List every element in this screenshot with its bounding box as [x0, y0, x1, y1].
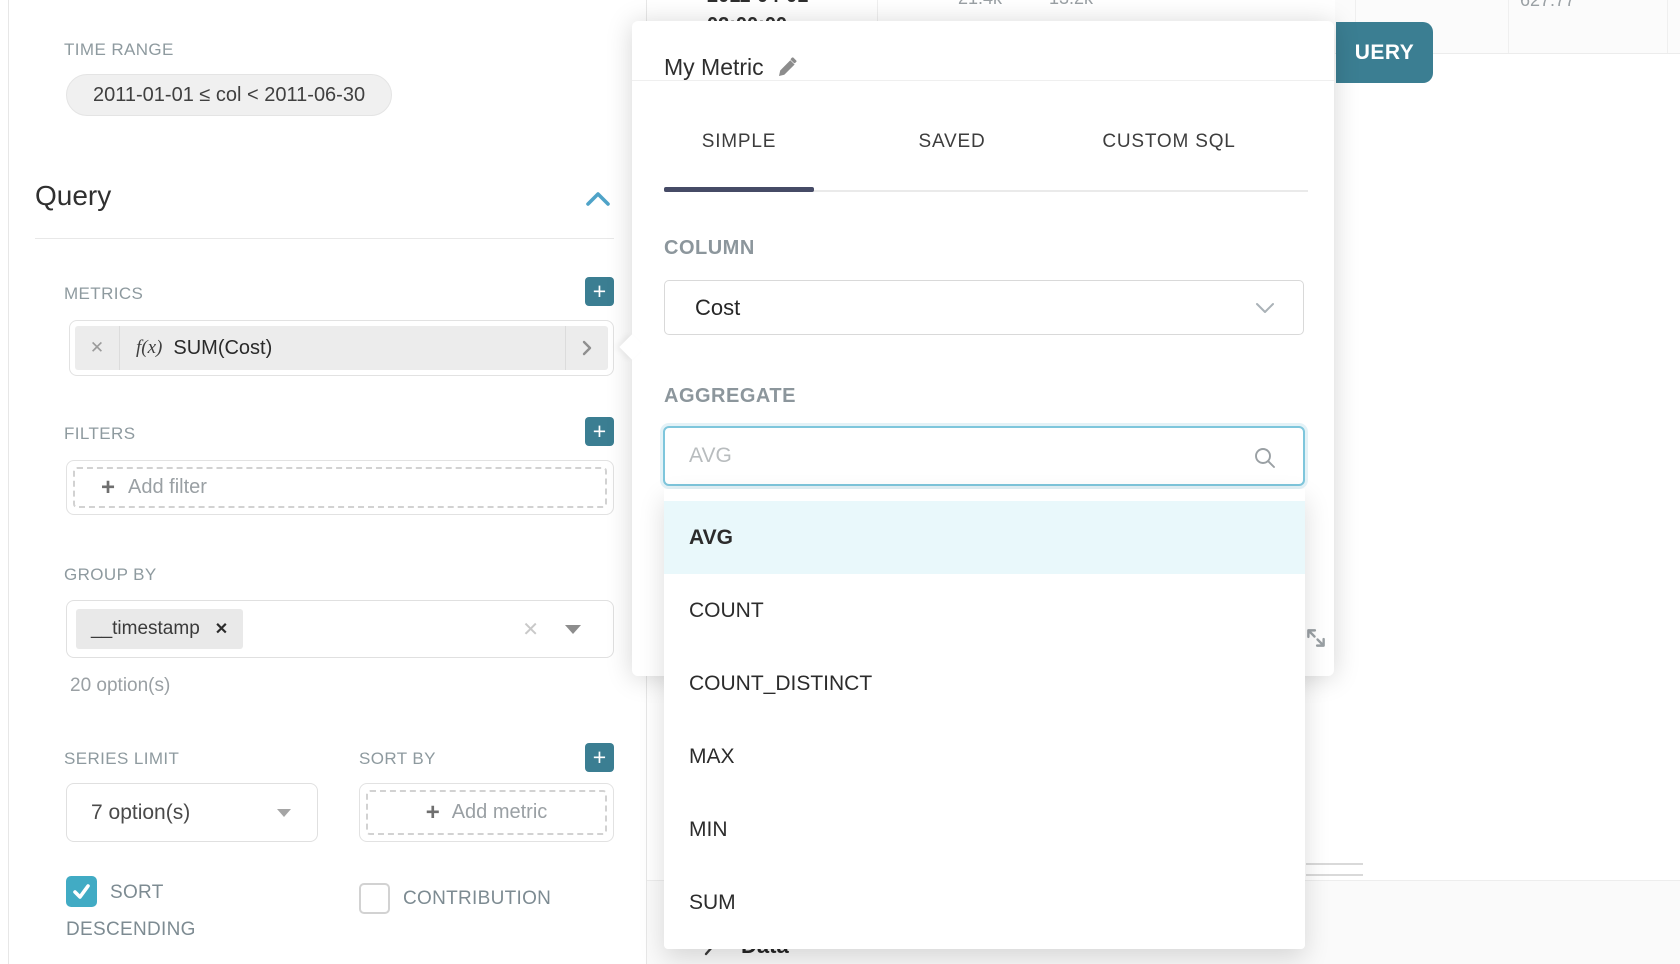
fx-icon: f(x) — [136, 337, 162, 359]
edit-pencil-icon[interactable] — [776, 57, 798, 79]
metric-remove-button[interactable]: ✕ — [75, 326, 120, 370]
add-sort-metric-plus-button[interactable]: + — [585, 743, 614, 772]
group-by-tag[interactable]: __timestamp ✕ — [76, 609, 243, 649]
group-by-hint: 20 option(s) — [70, 675, 170, 697]
column-select-value: Cost — [695, 295, 740, 321]
aggregate-option-avg[interactable]: AVG — [664, 501, 1305, 574]
page-left-border — [8, 0, 9, 964]
popover-header: My Metric — [632, 21, 1334, 81]
contribution-checkbox[interactable] — [359, 883, 390, 914]
series-limit-select[interactable]: 7 option(s) — [66, 783, 318, 842]
run-query-button[interactable]: UERY — [1336, 22, 1433, 83]
aggregate-input-wrapper — [663, 426, 1305, 486]
metrics-label: METRICS — [64, 284, 143, 304]
plus-icon: + — [593, 420, 606, 443]
sort-descending-label: SORT DESCENDING — [66, 874, 246, 948]
tab-saved[interactable]: SAVED — [877, 131, 1027, 153]
close-icon: ✕ — [90, 338, 104, 358]
active-tab-ink-bar — [664, 187, 814, 192]
column-select[interactable]: Cost — [664, 280, 1304, 335]
aggregate-option-count[interactable]: COUNT — [664, 574, 1305, 647]
column-label: COLUMN — [664, 237, 755, 260]
query-section-title: Query — [35, 180, 111, 212]
metric-expand-button[interactable] — [565, 326, 608, 370]
results-cell-value-2: 13.2k — [1049, 0, 1093, 9]
popover-arrow — [619, 334, 644, 359]
search-icon — [1253, 446, 1277, 470]
filters-label: FILTERS — [64, 424, 135, 444]
plus-icon: + — [101, 476, 115, 500]
query-collapse-toggle[interactable] — [585, 190, 611, 208]
aggregate-label: AGGREGATE — [664, 385, 796, 408]
series-limit-value: 7 option(s) — [91, 801, 190, 825]
tab-simple[interactable]: SIMPLE — [664, 131, 814, 153]
metric-title: My Metric — [664, 54, 764, 81]
aggregate-option-count-distinct[interactable]: COUNT_DISTINCT — [664, 647, 1305, 720]
group-by-label: GROUP BY — [64, 565, 157, 585]
group-by-tag-value: __timestamp — [91, 618, 200, 640]
results-cell-value-1: 21.4k — [958, 0, 1002, 9]
sort-by-label: SORT BY — [359, 749, 436, 769]
results-cell-value-3: 627.77 — [1520, 0, 1575, 11]
splitter-grip-line[interactable] — [1306, 863, 1363, 865]
tab-custom-sql[interactable]: CUSTOM SQL — [1089, 131, 1249, 153]
time-range-pill[interactable]: 2011-01-01 ≤ col < 2011-06-30 — [66, 74, 392, 116]
results-cell-timestamp-line1: 2011-04-01 — [707, 0, 808, 8]
popover-tabs: SIMPLE SAVED CUSTOM SQL — [664, 131, 1249, 153]
aggregate-option-max[interactable]: MAX — [664, 720, 1305, 793]
query-section-divider — [35, 238, 614, 239]
caret-down-icon — [565, 625, 581, 634]
results-column-border — [1508, 0, 1509, 53]
sort-by-container: + Add metric — [359, 783, 614, 842]
plus-icon: + — [593, 280, 606, 303]
chevron-up-icon — [585, 190, 611, 208]
add-metric-button[interactable]: + — [585, 277, 614, 306]
add-filter-label: Add filter — [128, 476, 207, 499]
metric-pill[interactable]: ✕ f(x) SUM(Cost) — [75, 326, 608, 370]
results-column-border — [1667, 0, 1668, 53]
splitter-grip-line[interactable] — [1306, 874, 1363, 876]
group-by-select[interactable]: __timestamp ✕ ✕ — [66, 600, 614, 658]
filters-container: + Add filter — [66, 460, 614, 515]
add-sort-metric-label: Add metric — [452, 801, 548, 824]
chevron-down-icon — [1255, 302, 1275, 314]
plus-icon: + — [593, 746, 606, 769]
caret-down-icon — [277, 809, 291, 817]
add-filter-button[interactable]: + Add filter — [73, 467, 607, 508]
aggregate-option-sum[interactable]: SUM — [664, 866, 1305, 939]
aggregate-option-min[interactable]: MIN — [664, 793, 1305, 866]
aggregate-dropdown: AVG COUNT COUNT_DISTINCT MAX MIN SUM — [664, 489, 1305, 949]
chevron-right-icon — [582, 340, 592, 356]
aggregate-input[interactable] — [665, 428, 1303, 484]
add-filter-plus-button[interactable]: + — [585, 417, 614, 446]
metric-name: SUM(Cost) — [173, 337, 272, 360]
tag-remove-icon[interactable]: ✕ — [215, 619, 228, 639]
metrics-container: ✕ f(x) SUM(Cost) — [69, 320, 614, 376]
explore-screen: 2011-04-01 02:00:00 21.4k 13.2k 627.77 U… — [0, 0, 1680, 964]
series-limit-label: SERIES LIMIT — [64, 749, 179, 769]
add-sort-metric-button[interactable]: + Add metric — [366, 790, 607, 835]
plus-icon: + — [426, 801, 440, 825]
popover-resize-icon[interactable] — [1304, 625, 1328, 651]
select-clear-icon[interactable]: ✕ — [522, 617, 539, 642]
contribution-label: CONTRIBUTION — [403, 888, 551, 910]
time-range-label: TIME RANGE — [64, 40, 174, 60]
